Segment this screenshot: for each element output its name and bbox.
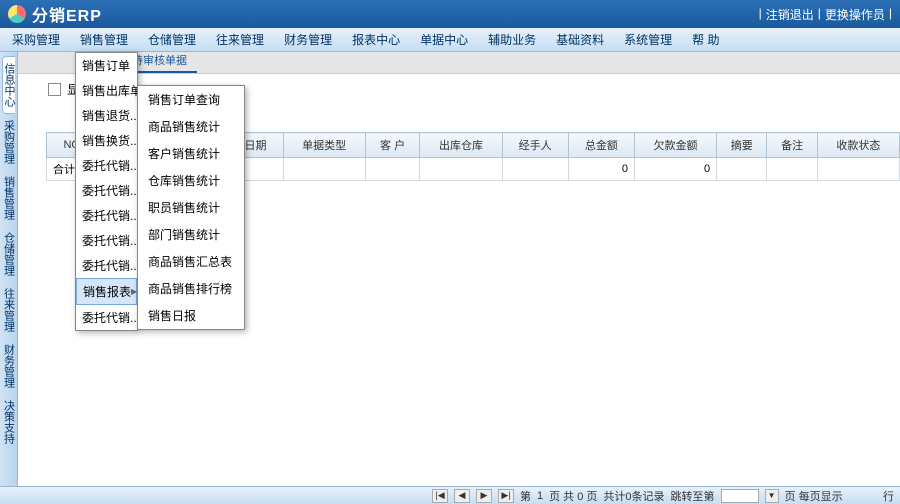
submenu-consign-4[interactable]: 委托代销... bbox=[76, 228, 137, 253]
first-page-button[interactable]: |◀ bbox=[432, 489, 448, 503]
jump-page-input[interactable] bbox=[721, 489, 759, 503]
menu-reports[interactable]: 报表中心 bbox=[342, 27, 410, 52]
prev-page-button[interactable]: ◀ bbox=[454, 489, 470, 503]
menu-help[interactable]: 帮 助 bbox=[682, 27, 729, 52]
submenu-sales-report[interactable]: 销售报表▶ bbox=[76, 278, 137, 305]
submenu-sales-order[interactable]: 销售订单 bbox=[76, 53, 137, 78]
submenu2-dept-stats[interactable]: 部门销售统计 bbox=[138, 221, 244, 248]
side-tab-decision[interactable]: 决策支持 bbox=[2, 394, 14, 450]
submenu-consign-3[interactable]: 委托代销... bbox=[76, 203, 137, 228]
side-tab-finance[interactable]: 财务管理 bbox=[2, 338, 14, 394]
sales-report-submenu: 销售订单查询 商品销售统计 客户销售统计 仓库销售统计 职员销售统计 部门销售统… bbox=[137, 85, 245, 330]
side-tab-accounts[interactable]: 往来管理 bbox=[2, 282, 14, 338]
submenu-consign-2[interactable]: 委托代销... bbox=[76, 178, 137, 203]
title-bar-actions: | 注销退出 | 更换操作员 | bbox=[759, 6, 892, 23]
menu-accounts[interactable]: 往来管理 bbox=[206, 27, 274, 52]
sales-submenu: 销售订单 销售出库单 销售退货... 销售换货... 委托代销... 委托代销.… bbox=[75, 52, 138, 331]
submenu2-staff-stats[interactable]: 职员销售统计 bbox=[138, 194, 244, 221]
th-summary[interactable]: 摘要 bbox=[717, 133, 767, 158]
th-handler[interactable]: 经手人 bbox=[502, 133, 568, 158]
switch-operator-link[interactable]: 更换操作员 bbox=[825, 6, 885, 23]
th-customer[interactable]: 客 户 bbox=[365, 133, 420, 158]
th-remark[interactable]: 备注 bbox=[767, 133, 817, 158]
title-bar: 分销ERP | 注销退出 | 更换操作员 | bbox=[0, 0, 900, 28]
th-total-amount[interactable]: 总金额 bbox=[568, 133, 634, 158]
submenu-sales-exchange[interactable]: 销售换货... bbox=[76, 128, 137, 153]
page-prefix: 第 bbox=[520, 488, 531, 504]
next-page-button[interactable]: ▶ bbox=[476, 489, 492, 503]
jump-label: 跳转至第 bbox=[671, 488, 715, 504]
submenu2-product-stats[interactable]: 商品销售统计 bbox=[138, 113, 244, 140]
side-tab-sales[interactable]: 销售管理 bbox=[2, 170, 14, 226]
jump-dropdown-icon[interactable]: ▼ bbox=[765, 489, 779, 503]
menu-system[interactable]: 系统管理 bbox=[614, 27, 682, 52]
submenu2-daily-report[interactable]: 销售日报 bbox=[138, 302, 244, 329]
menu-basedata[interactable]: 基础资料 bbox=[546, 27, 614, 52]
submenu2-product-rank[interactable]: 商品销售排行榜 bbox=[138, 275, 244, 302]
summary-total-amount: 0 bbox=[568, 158, 634, 181]
submenu2-warehouse-stats[interactable]: 仓库销售统计 bbox=[138, 167, 244, 194]
row-label: 行 bbox=[883, 488, 894, 504]
logout-link[interactable]: 注销退出 bbox=[766, 6, 814, 23]
summary-owed-amount: 0 bbox=[635, 158, 717, 181]
record-count: 共计0条记录 bbox=[603, 488, 664, 504]
submenu-consign-6[interactable]: 委托代销... bbox=[76, 305, 137, 330]
side-tab-warehouse[interactable]: 仓储管理 bbox=[2, 226, 14, 282]
submenu2-order-query[interactable]: 销售订单查询 bbox=[138, 86, 244, 113]
menu-finance[interactable]: 财务管理 bbox=[274, 27, 342, 52]
submenu-sales-out[interactable]: 销售出库单 bbox=[76, 78, 137, 103]
th-doc-type[interactable]: 单据类型 bbox=[283, 133, 365, 158]
submenu2-customer-stats[interactable]: 客户销售统计 bbox=[138, 140, 244, 167]
submenu-consign-1[interactable]: 委托代销... bbox=[76, 153, 137, 178]
submenu2-product-summary[interactable]: 商品销售汇总表 bbox=[138, 248, 244, 275]
menu-documents[interactable]: 单据中心 bbox=[410, 27, 478, 52]
submenu-sales-return[interactable]: 销售退货... bbox=[76, 103, 137, 128]
filter-checkbox[interactable] bbox=[48, 83, 61, 96]
th-receipt-status[interactable]: 收款状态 bbox=[817, 133, 899, 158]
app-logo-icon bbox=[8, 5, 26, 23]
th-owed-amount[interactable]: 欠款金额 bbox=[635, 133, 717, 158]
page-suffix: 页 共 0 页 bbox=[549, 488, 597, 504]
side-tab-purchase[interactable]: 采购管理 bbox=[2, 114, 14, 170]
last-page-button[interactable]: ▶| bbox=[498, 489, 514, 503]
tab-strip: 期应收款 待审核单据 bbox=[18, 52, 900, 74]
page-number: 1 bbox=[537, 490, 543, 502]
side-tab-info[interactable]: 信息中心 bbox=[2, 56, 15, 114]
th-warehouse[interactable]: 出库仓库 bbox=[420, 133, 502, 158]
status-bar: |◀ ◀ ▶ ▶| 第 1 页 共 0 页 共计0条记录 跳转至第 ▼ 页 每页… bbox=[0, 486, 900, 504]
menu-purchase[interactable]: 采购管理 bbox=[2, 27, 70, 52]
per-page-label: 页 每页显示 bbox=[785, 488, 843, 504]
submenu-consign-5[interactable]: 委托代销... bbox=[76, 253, 137, 278]
app-title: 分销ERP bbox=[32, 2, 102, 26]
menu-assist[interactable]: 辅助业务 bbox=[478, 27, 546, 52]
side-nav: 信息中心 采购管理 销售管理 仓储管理 往来管理 财务管理 决策支持 bbox=[0, 52, 18, 486]
